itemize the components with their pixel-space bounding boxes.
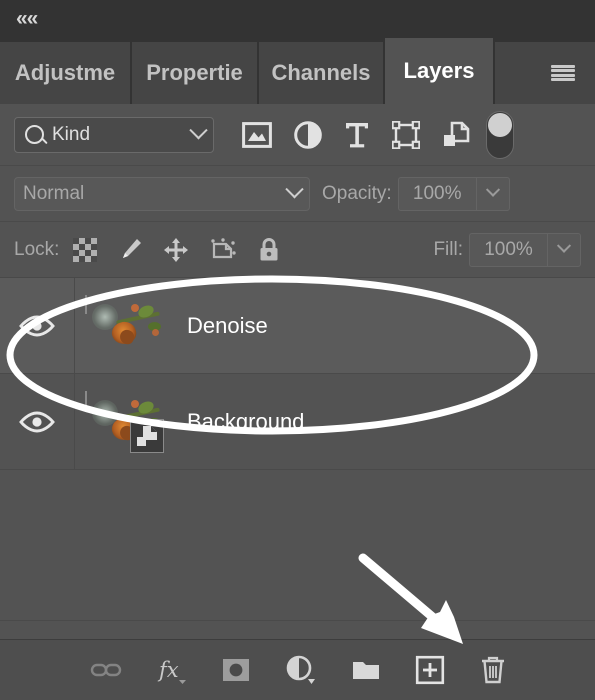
tab-label: Adjustme <box>14 60 116 85</box>
adjustment-layer-filter-icon[interactable] <box>294 120 322 149</box>
filter-enable-toggle[interactable] <box>486 110 514 159</box>
magnifier-icon <box>25 125 44 144</box>
chevron-down-icon <box>189 121 208 140</box>
panel-header-bar: «« <box>0 0 595 36</box>
panel-menu-icon[interactable] <box>551 64 575 82</box>
panel-tab-bar: Adjustme Propertie Channels Layers <box>0 36 595 104</box>
tab-label: Layers <box>403 58 475 83</box>
layer-name-background[interactable]: Background <box>187 409 304 435</box>
add-layer-mask-button[interactable] <box>221 657 251 683</box>
fill-label: Fill: <box>433 238 463 260</box>
svg-text:fx: fx <box>157 658 179 682</box>
delete-layer-button[interactable] <box>479 655 507 685</box>
opacity-dropdown-button[interactable] <box>475 176 510 211</box>
pixel-layer-filter-icon[interactable] <box>242 121 272 148</box>
new-adjustment-layer-button[interactable] <box>285 655 317 685</box>
layer-row-denoise[interactable]: Denoise <box>0 278 595 374</box>
tab-adjustments[interactable]: Adjustme <box>0 42 132 104</box>
fill-input[interactable]: 100% <box>469 232 547 267</box>
blend-mode-row: Normal Opacity: 100% <box>0 166 595 222</box>
tab-label: Propertie <box>146 60 243 85</box>
shape-layer-filter-icon[interactable] <box>392 120 420 149</box>
blend-mode-value: Normal <box>23 182 85 204</box>
opacity-input[interactable]: 100% <box>397 176 476 211</box>
chevron-down-icon <box>485 182 500 197</box>
thumbnail-image <box>85 390 161 443</box>
eye-icon <box>19 410 55 433</box>
tab-layers[interactable]: Layers <box>385 38 495 104</box>
layer-row-background[interactable]: Background <box>0 374 595 470</box>
layer-thumbnail-background[interactable] <box>85 390 164 453</box>
layer-list-empty-area <box>0 470 595 621</box>
lock-image-pixels-icon[interactable] <box>117 237 143 263</box>
filter-kind-dropdown[interactable]: Kind <box>14 116 214 153</box>
layer-visibility-toggle-background[interactable] <box>0 374 75 469</box>
lock-icons <box>73 237 281 263</box>
tab-properties[interactable]: Propertie <box>132 42 259 104</box>
tab-channels[interactable]: Channels <box>259 42 385 104</box>
layer-filter-row: Kind <box>0 104 595 166</box>
layer-list: Denoise Background <box>0 278 595 621</box>
smart-object-filter-icon[interactable] <box>442 121 470 149</box>
chevron-down-icon <box>285 180 304 199</box>
layers-bottom-toolbar: fx <box>0 639 595 700</box>
layer-thumbnail-denoise[interactable] <box>85 294 163 356</box>
fill-dropdown-button[interactable] <box>547 232 581 267</box>
link-layers-button[interactable] <box>89 659 123 681</box>
tab-label: Channels <box>271 60 371 85</box>
lock-transparent-pixels-icon[interactable] <box>73 237 98 262</box>
collapse-to-icons-button[interactable]: «« <box>16 8 38 29</box>
filter-kind-label: Kind <box>52 123 91 145</box>
smart-object-badge-icon <box>130 418 164 453</box>
lock-row: Lock: Fill: 100% <box>0 222 595 278</box>
lock-artboard-nesting-icon[interactable] <box>209 237 237 263</box>
layers-panel: «« Adjustme Propertie Channels Layers Ki… <box>0 0 595 700</box>
lock-all-icon[interactable] <box>257 237 281 263</box>
eye-icon <box>19 314 55 337</box>
type-layer-filter-icon[interactable] <box>344 121 370 149</box>
lock-position-icon[interactable] <box>163 237 189 263</box>
new-layer-button[interactable] <box>415 655 445 685</box>
blend-mode-dropdown[interactable]: Normal <box>14 176 310 211</box>
layer-style-button[interactable]: fx <box>157 655 187 685</box>
chevron-down-icon <box>556 238 572 253</box>
toggle-knob <box>488 112 512 137</box>
filter-type-icons <box>242 120 470 149</box>
opacity-label: Opacity: <box>322 182 392 204</box>
new-group-button[interactable] <box>351 658 381 682</box>
tab-bar-spacer <box>495 42 595 104</box>
layer-name-denoise[interactable]: Denoise <box>187 313 268 339</box>
lock-label: Lock: <box>14 238 60 260</box>
layer-visibility-toggle-denoise[interactable] <box>0 278 75 373</box>
thumbnail-image <box>85 294 161 347</box>
